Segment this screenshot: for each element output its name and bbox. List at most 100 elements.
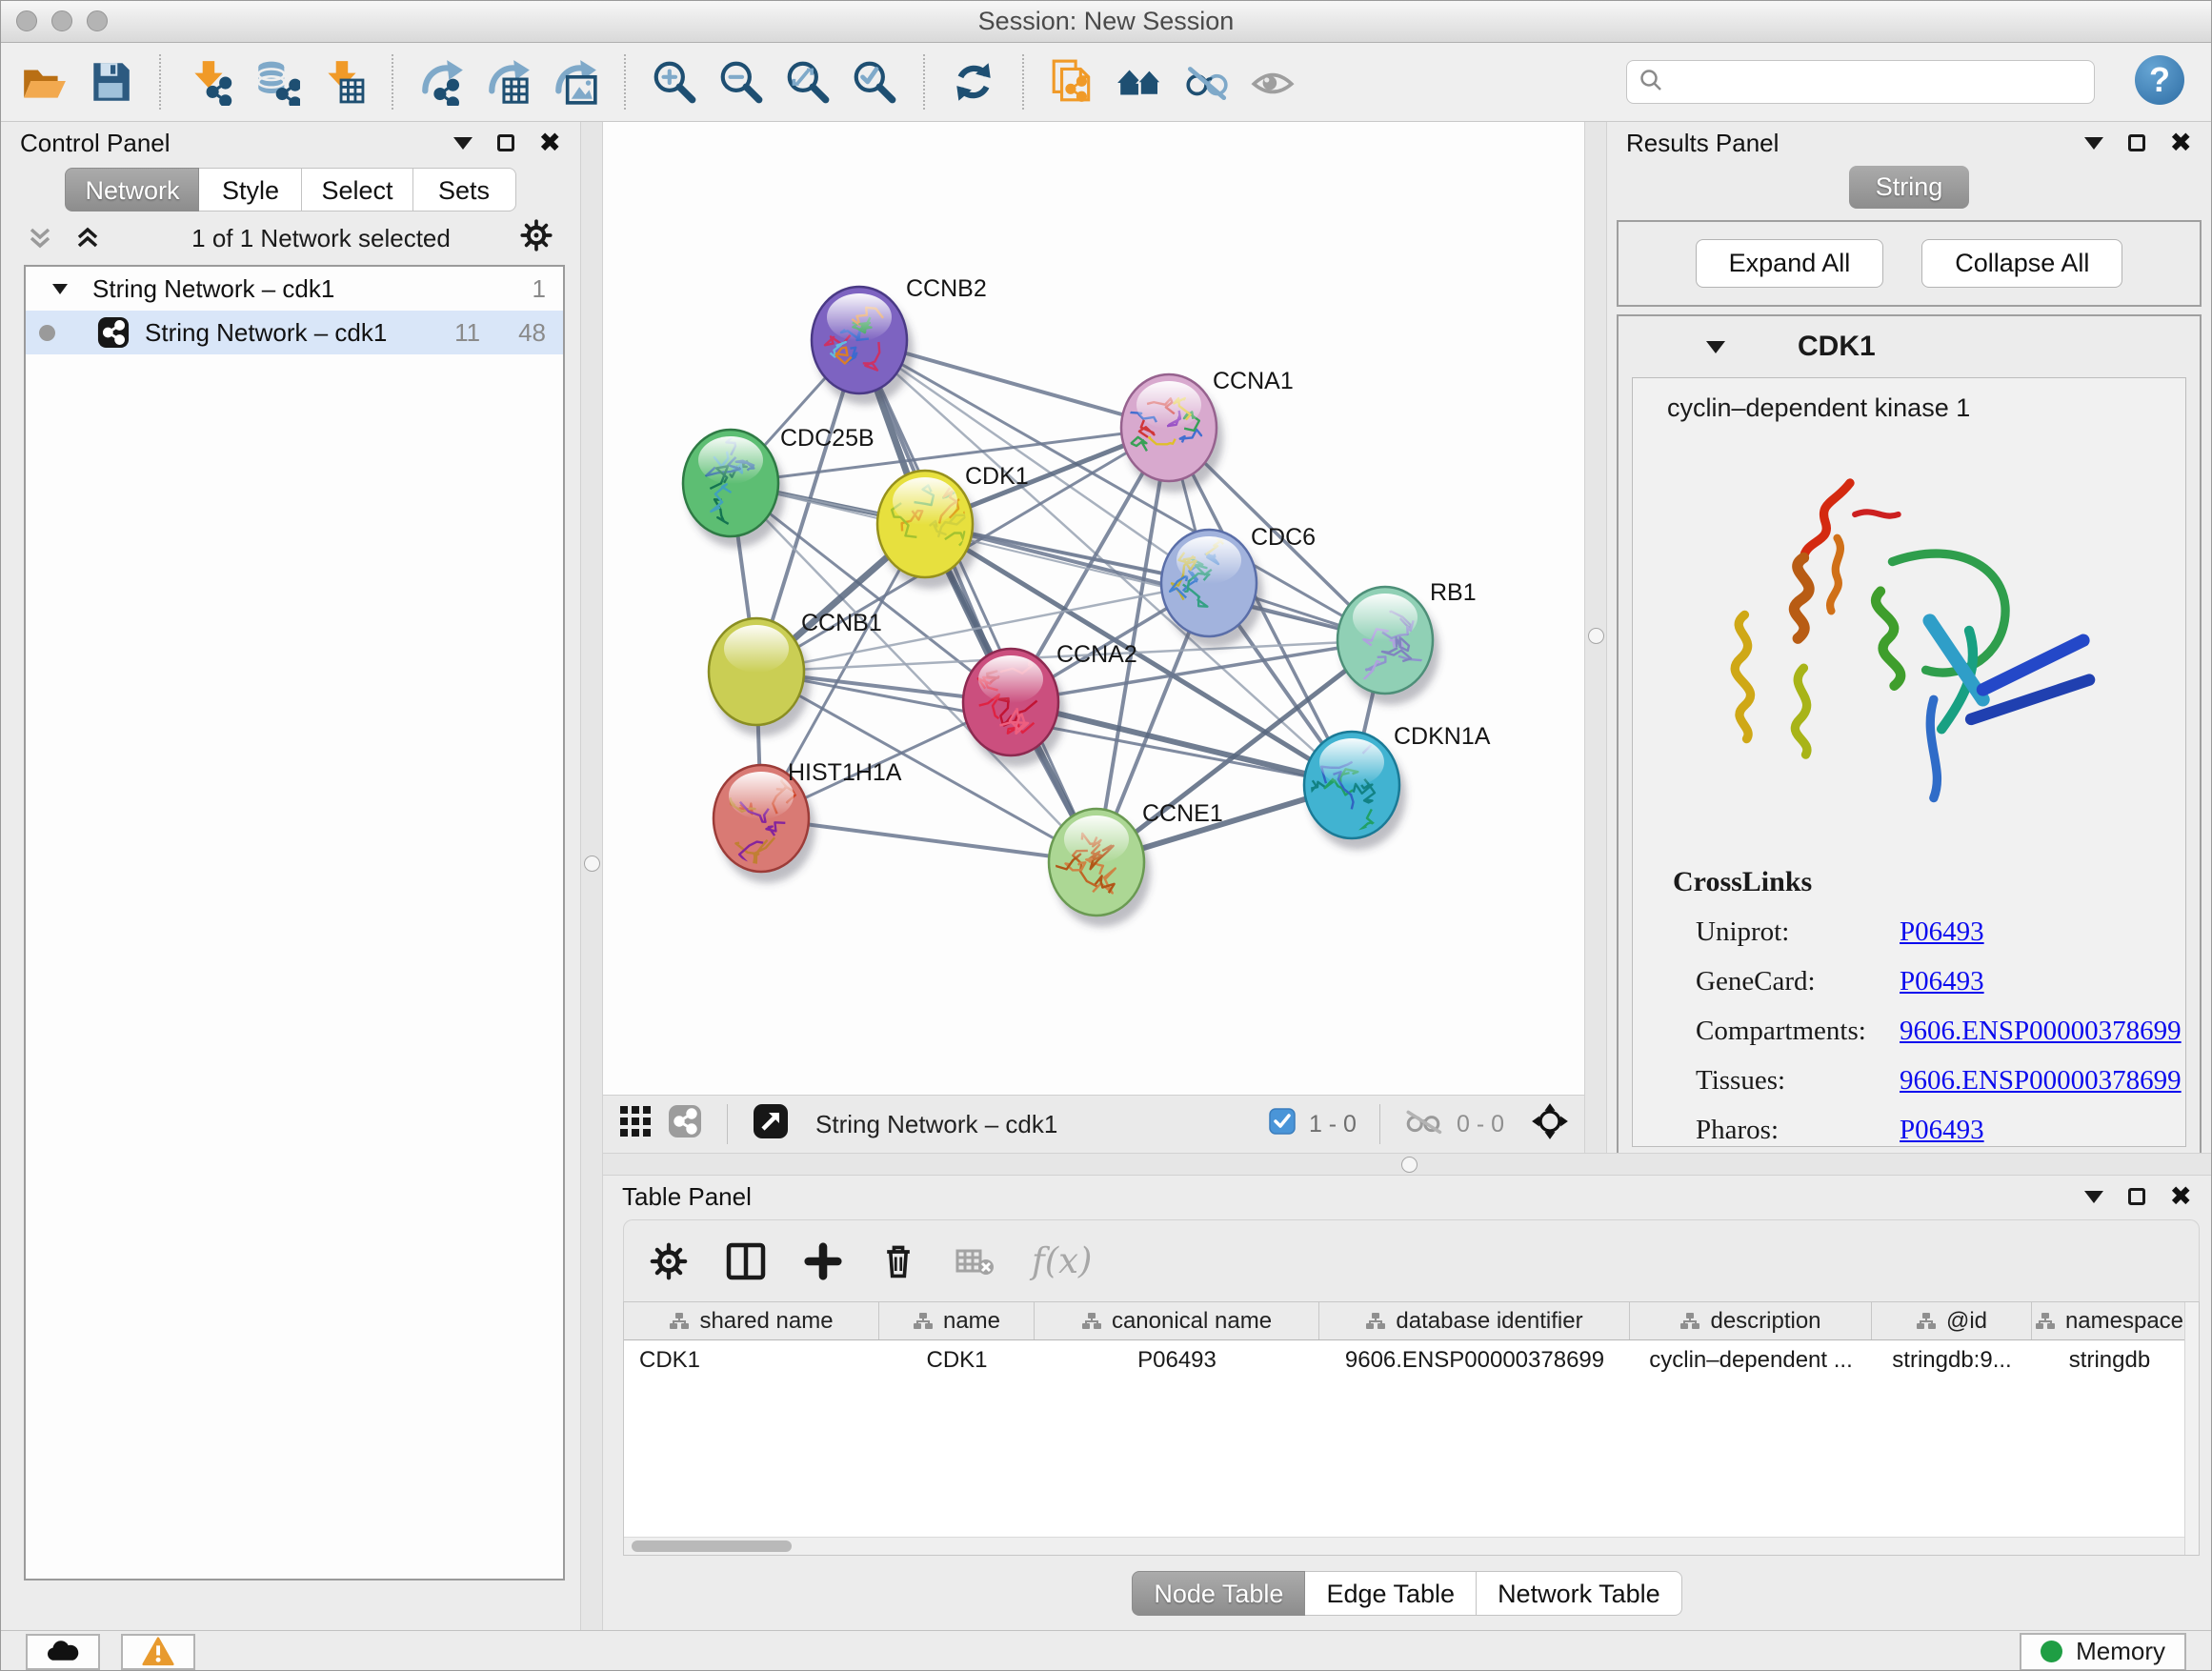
string-style-icon[interactable]	[668, 1104, 702, 1145]
protein-section: CDK1 cyclin–dependent kinase 1	[1617, 314, 2202, 1162]
right-splitter[interactable]	[1584, 122, 1607, 1153]
network-node-CDC6[interactable]	[1161, 530, 1263, 648]
table-settings-gear-icon[interactable]	[649, 1241, 689, 1281]
export-table-button[interactable]	[479, 50, 538, 113]
close-panel-icon[interactable]: ✖	[539, 130, 561, 156]
network-node-CCNA1[interactable]	[1118, 374, 1223, 493]
horizontal-scroll-thumb[interactable]	[632, 1540, 792, 1552]
import-network-database-button[interactable]	[247, 50, 306, 113]
close-panel-icon[interactable]: ✖	[2170, 1183, 2192, 1210]
collapse-all-icon[interactable]	[28, 227, 52, 250]
expand-all-button[interactable]: Expand All	[1696, 239, 1884, 288]
search-input[interactable]	[1673, 68, 2082, 96]
create-column-plus-icon[interactable]	[803, 1241, 843, 1281]
right-splitter-handle[interactable]	[1588, 628, 1604, 644]
network-edge[interactable]	[925, 524, 1385, 640]
panel-menu-icon[interactable]	[2084, 137, 2103, 150]
birds-eye-view-icon[interactable]	[618, 1104, 653, 1145]
delete-column-trash-icon[interactable]	[879, 1241, 917, 1281]
search-box[interactable]	[1626, 60, 2095, 104]
column-header-name[interactable]: name	[879, 1302, 1035, 1339]
minimize-window-button[interactable]	[51, 10, 72, 31]
network-node-RB1[interactable]	[1337, 587, 1439, 705]
crosslink-link[interactable]: P06493	[1900, 966, 1984, 997]
network-node-CDC25B[interactable]	[683, 430, 785, 548]
collection-expander-icon[interactable]	[52, 284, 68, 294]
tab-node-table[interactable]: Node Table	[1132, 1571, 1305, 1616]
horizontal-splitter[interactable]	[603, 1153, 2211, 1176]
crosslink-row: Pharos:P06493	[1673, 1115, 2185, 1146]
column-header--id[interactable]: @id	[1872, 1302, 2032, 1339]
string-home-button[interactable]	[1110, 50, 1169, 113]
enhanced-labels-button[interactable]	[1243, 50, 1302, 113]
crosslink-link[interactable]: P06493	[1900, 916, 1984, 948]
tab-select[interactable]: Select	[302, 168, 412, 211]
export-image-button[interactable]	[546, 50, 605, 113]
table-row[interactable]: CDK1CDK1P064939606.ENSP00000378699cyclin…	[624, 1340, 2199, 1380]
tab-network-table[interactable]: Network Table	[1477, 1571, 1682, 1616]
window-title: Session: New Session	[1, 1, 2211, 42]
help-button[interactable]: ?	[2135, 55, 2184, 105]
hidden-glasses-icon[interactable]	[1403, 1107, 1443, 1142]
network-node-CCNA2[interactable]	[963, 649, 1065, 767]
fit-selection-crosshair-icon[interactable]	[1531, 1102, 1569, 1147]
network-collection-row[interactable]: String Network – cdk1 1	[26, 267, 563, 311]
crosslink-link[interactable]: 9606.ENSP00000378699	[1900, 1065, 2182, 1097]
open-session-button[interactable]	[14, 50, 73, 113]
network-node-CDKN1A[interactable]	[1304, 731, 1406, 850]
zoom-selected-button[interactable]	[845, 50, 904, 113]
network-node-CCNE1[interactable]	[1047, 809, 1151, 927]
panel-menu-icon[interactable]	[2084, 1191, 2103, 1203]
import-table-button[interactable]	[313, 50, 372, 113]
float-panel-icon[interactable]	[2128, 1188, 2145, 1205]
panel-menu-icon[interactable]	[453, 137, 473, 150]
float-panel-icon[interactable]	[497, 134, 514, 151]
memory-button[interactable]: Memory	[2020, 1633, 2186, 1671]
column-header-database-identifier[interactable]: database identifier	[1319, 1302, 1630, 1339]
float-panel-icon[interactable]	[2128, 134, 2145, 151]
close-window-button[interactable]	[16, 10, 37, 31]
tab-sets[interactable]: Sets	[413, 168, 516, 211]
open-in-browser-icon[interactable]	[753, 1103, 789, 1146]
network-row[interactable]: String Network – cdk1 11 48	[26, 311, 563, 354]
maximize-window-button[interactable]	[87, 10, 108, 31]
left-splitter-handle[interactable]	[584, 856, 600, 872]
export-network-button[interactable]	[412, 50, 472, 113]
save-session-button[interactable]	[81, 50, 140, 113]
table-vertical-scrollbar[interactable]	[2184, 1302, 2199, 1555]
expand-all-icon[interactable]	[75, 227, 100, 250]
left-splitter[interactable]	[580, 122, 603, 1630]
network-canvas[interactable]: CCNB2CCNA1CDC25BCDK1CDC6RB1CCNB1CCNA2CDK…	[603, 122, 1584, 1096]
apply-layout-button[interactable]	[944, 50, 1003, 113]
toolbar-separator	[392, 54, 393, 110]
selected-checkbox-icon[interactable]	[1269, 1108, 1296, 1141]
tab-style[interactable]: Style	[199, 168, 302, 211]
network-node-CCNB2[interactable]	[812, 287, 914, 405]
zoom-fit-button[interactable]	[778, 50, 837, 113]
column-header-canonical-name[interactable]: canonical name	[1035, 1302, 1319, 1339]
network-options-gear-icon[interactable]	[519, 218, 553, 259]
close-panel-icon[interactable]: ✖	[2170, 130, 2192, 156]
string-import-button[interactable]	[1043, 50, 1102, 113]
table-horizontal-scrollbar[interactable]	[624, 1537, 2184, 1555]
crosslink-link[interactable]: P06493	[1900, 1115, 1984, 1146]
column-header-description[interactable]: description	[1630, 1302, 1872, 1339]
tab-edge-table[interactable]: Edge Table	[1305, 1571, 1477, 1616]
import-network-file-button[interactable]	[180, 50, 239, 113]
zoom-in-button[interactable]	[645, 50, 704, 113]
warnings-button[interactable]	[121, 1634, 195, 1670]
tab-network[interactable]: Network	[65, 168, 199, 211]
crosslink-link[interactable]: 9606.ENSP00000378699	[1900, 1016, 2182, 1047]
select-columns-icon[interactable]	[725, 1240, 767, 1282]
tab-string[interactable]: String	[1849, 166, 1970, 209]
column-header-namespace[interactable]: namespace	[2032, 1302, 2187, 1339]
node-label: CCNA2	[1056, 641, 1137, 668]
network-node-CDK1[interactable]	[877, 471, 979, 589]
cloud-button[interactable]	[26, 1634, 100, 1670]
horizontal-splitter-handle[interactable]	[1401, 1157, 1418, 1173]
protein-expander-icon[interactable]	[1706, 341, 1725, 353]
glass-ball-effect-button[interactable]	[1176, 50, 1236, 113]
column-header-shared-name[interactable]: shared name	[624, 1302, 879, 1339]
zoom-out-button[interactable]	[712, 50, 771, 113]
collapse-all-button[interactable]: Collapse All	[1921, 239, 2122, 288]
